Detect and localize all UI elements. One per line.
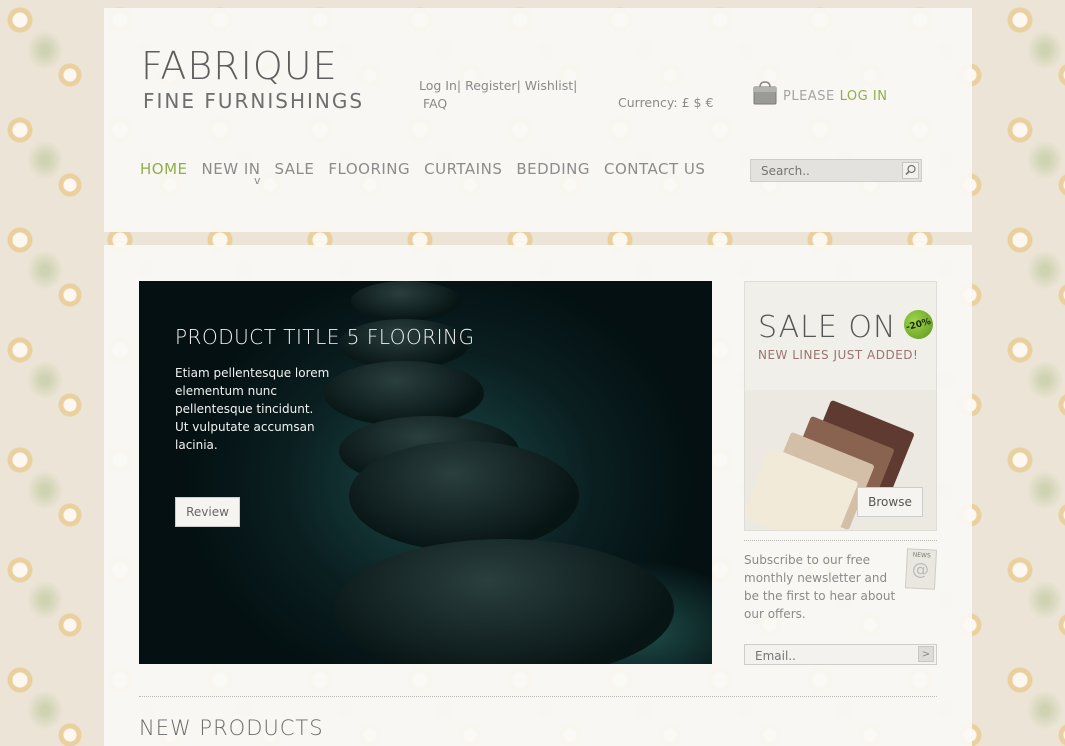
nav-item-flooring[interactable]: FLOORING: [328, 160, 410, 178]
stone-image: [349, 441, 579, 551]
please-text: PLEASE: [783, 88, 835, 104]
logo-subtitle: FINE FURNISHINGS: [143, 89, 365, 113]
login-link[interactable]: Log In|: [419, 78, 461, 93]
login-prompt: PLEASE LOG IN: [751, 80, 888, 105]
wishlist-link[interactable]: Wishlist|: [525, 78, 578, 93]
search-box: [750, 159, 922, 182]
header-panel: [104, 8, 972, 232]
sale-subtitle: NEW LINES JUST ADDED!: [758, 348, 919, 362]
nav-item-curtains[interactable]: CURTAINS: [424, 160, 502, 178]
faq-link[interactable]: FAQ: [419, 95, 589, 113]
newsletter-icon: NEWS @: [904, 548, 938, 590]
review-button[interactable]: Review: [175, 497, 240, 527]
top-links: Log In| Register| Wishlist| FAQ: [419, 77, 589, 113]
stone-image: [334, 539, 674, 664]
newsletter-text: Subscribe to our free monthly newsletter…: [744, 553, 896, 621]
submit-arrow-icon[interactable]: >: [918, 646, 934, 662]
email-box: >: [744, 644, 937, 666]
newsletter-icon-label: NEWS: [912, 551, 931, 560]
hero-title: PRODUCT TITLE 5 FLOORING: [175, 325, 475, 349]
email-input[interactable]: [745, 646, 905, 666]
chevron-down-icon[interactable]: v: [254, 174, 261, 187]
discount-badge: -20%: [900, 306, 936, 343]
stone-image: [351, 281, 461, 321]
logo-title[interactable]: FABRIQUE: [141, 44, 338, 88]
stone-image: [324, 361, 484, 426]
nav-item-new-in[interactable]: NEW IN: [202, 160, 261, 178]
section-title-new-products: NEW PRODUCTS: [139, 716, 324, 740]
hero-banner[interactable]: PRODUCT TITLE 5 FLOORING Etiam pellentes…: [139, 281, 712, 664]
sale-promo[interactable]: SALE ON -20% NEW LINES JUST ADDED! Brows…: [744, 281, 937, 531]
divider: [744, 540, 937, 541]
nav-item-home[interactable]: HOME: [140, 160, 188, 178]
nav-item-sale[interactable]: SALE: [274, 160, 314, 178]
sale-title: SALE ON: [758, 310, 897, 345]
header-login-link[interactable]: LOG IN: [840, 89, 888, 104]
nav-item-contact-us[interactable]: CONTACT US: [604, 160, 705, 178]
search-input[interactable]: [751, 160, 896, 182]
divider: [139, 696, 937, 697]
shopping-bag-icon[interactable]: [751, 80, 779, 105]
browse-button[interactable]: Browse: [857, 487, 923, 517]
nav-item-bedding[interactable]: BEDDING: [516, 160, 590, 178]
search-icon[interactable]: [902, 162, 919, 179]
currency-selector[interactable]: Currency: £ $ €: [618, 95, 713, 110]
register-link[interactable]: Register|: [465, 78, 521, 93]
hero-text: Etiam pellentesque lorem elementum nunc …: [175, 366, 330, 452]
main-nav: HOME NEW IN SALE FLOORING CURTAINS BEDDI…: [140, 160, 719, 178]
at-icon: @: [911, 559, 930, 581]
